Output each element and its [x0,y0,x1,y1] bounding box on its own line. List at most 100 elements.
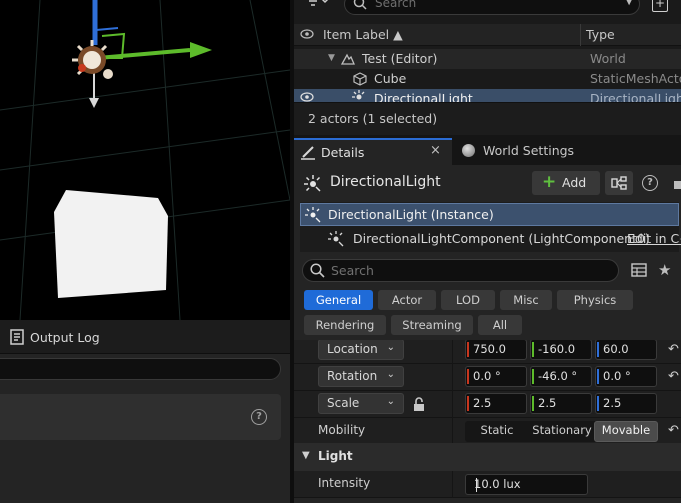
lock-icon[interactable] [412,397,426,412]
outliner-search-input[interactable]: Search ▼ [344,0,640,15]
location-dropdown[interactable]: Location ⌄ [318,340,404,360]
outliner-row-cube[interactable]: Cube StaticMeshActor [294,69,681,89]
blueprint-button[interactable] [605,171,633,195]
location-y-input[interactable]: -160.0 [530,340,592,360]
outliner-row-directional-light[interactable]: DirectionalLight DirectionalLight [294,89,681,102]
tab-output-log[interactable]: Output Log [0,320,100,354]
scale-y-input[interactable]: 2.5 [530,393,592,414]
tab-details[interactable]: Details × [294,138,452,165]
directional-light-sprite-icon[interactable] [72,40,113,79]
details-search-input[interactable]: Search [302,259,619,282]
rotation-x-input[interactable]: 0.0 ° [465,366,527,387]
filter-chip-physics[interactable]: Physics [557,290,633,310]
chevron-down-icon: ⌄ [386,396,395,407]
eye-icon[interactable] [300,91,314,102]
scale-row: Scale ⌄ 2.5 2.5 2.5 [294,391,681,418]
column-divider[interactable] [580,24,581,46]
outliner-row-label: DirectionalLight [374,91,473,102]
options-icon[interactable] [674,181,681,189]
table-view-icon[interactable] [631,263,647,277]
rotation-z-input[interactable]: 0.0 ° [595,366,657,387]
location-x-input[interactable]: 750.0 [465,340,527,360]
mobility-option-stationary[interactable]: Stationary [531,423,593,437]
reset-icon[interactable]: ↶ [668,369,679,384]
column-divider[interactable] [452,391,453,418]
directional-light-icon [328,231,344,247]
chevron-down-icon: ⌄ [386,342,395,353]
column-divider[interactable] [452,340,453,364]
mobility-segmented-control: Static Stationary Movable [465,421,658,442]
component-child-row[interactable]: DirectionalLightComponent (LightComponen… [300,227,681,251]
rotation-z-value: 0.0 ° [603,369,631,383]
scale-label: Scale [327,396,360,410]
tab-world-settings[interactable]: World Settings [460,138,600,165]
component-instance-row[interactable]: DirectionalLight (Instance) [300,203,679,226]
z-axis-marker [597,369,599,384]
chevron-down-icon[interactable]: ▼ [328,53,335,63]
location-z-input[interactable]: 60.0 [595,340,657,360]
outliner-row-type: World [590,51,626,66]
scale-x-input[interactable]: 2.5 [465,393,527,414]
cube-mesh[interactable] [54,190,168,298]
light-section-header[interactable]: ▼ Light [294,443,681,471]
location-z-value: 60.0 [603,342,629,356]
hierarchy-icon [611,176,627,190]
level-viewport[interactable] [0,0,290,320]
close-icon[interactable]: × [430,143,441,158]
help-icon[interactable]: ? [251,409,267,425]
location-x-value: 750.0 [473,342,506,356]
property-list[interactable]: Location ⌄ 750.0 -160.0 60.0 ↶ Rotation … [294,340,681,503]
column-divider[interactable] [452,418,453,445]
rotation-dropdown[interactable]: Rotation ⌄ [318,366,404,387]
add-icon[interactable]: + [652,0,668,12]
eye-icon[interactable] [300,28,314,40]
mobility-label: Mobility [318,423,366,437]
column-divider[interactable] [452,471,453,498]
outliner-row-type: DirectionalLight [590,91,681,102]
location-y-value: -160.0 [538,342,576,356]
directional-light-icon [352,90,365,100]
rotation-y-value: -46.0 ° [538,369,578,383]
chevron-down-icon: ▼ [302,450,310,461]
outliner-row-world[interactable]: ▼ Test (Editor) World [294,49,681,69]
star-icon[interactable]: ★ [658,261,671,279]
intensity-input[interactable]: 10.0 lux [465,474,588,495]
intensity-label: Intensity [318,476,371,490]
column-divider[interactable] [452,364,453,391]
mobility-option-static[interactable]: Static [465,423,529,437]
output-log-command-area[interactable]: ? [0,394,281,440]
rotation-y-input[interactable]: -46.0 ° [530,366,592,387]
component-instance-label: DirectionalLight (Instance) [328,207,494,222]
reset-icon[interactable]: ↶ [668,342,679,357]
add-component-button[interactable]: + Add [532,171,600,195]
filter-chip-misc[interactable]: Misc [500,290,552,310]
column-type[interactable]: Type [586,27,615,42]
filter-chip-actor[interactable]: Actor [378,290,436,310]
translate-gizmo[interactable] [89,0,212,108]
output-log-filter-input[interactable] [0,358,281,380]
edit-in-cpp-link[interactable]: Edit in C++ [627,231,681,246]
actor-count-text: 2 actors (1 selected) [308,111,438,126]
mobility-option-movable[interactable]: Movable [594,423,658,437]
chevron-down-icon[interactable]: ▼ [625,0,633,7]
filter-chip-lod[interactable]: LOD [441,290,495,310]
column-item-label[interactable]: Item Label ▲ [323,27,403,42]
y-axis-marker [532,342,534,357]
rotation-x-value: 0.0 ° [473,369,501,383]
rotation-label: Rotation [327,369,378,383]
filter-chip-general[interactable]: General [304,290,373,310]
reset-icon[interactable]: ↶ [668,423,679,438]
details-tabbar: Details × World Settings [294,135,681,165]
filter-chip-rendering[interactable]: Rendering [304,315,386,335]
output-log-icon [10,329,24,345]
filter-icon[interactable] [306,0,332,13]
actor-name[interactable]: DirectionalLight [330,174,441,190]
scale-dropdown[interactable]: Scale ⌄ [318,393,404,414]
tab-details-label: Details [321,145,365,160]
help-icon[interactable]: ? [642,175,658,191]
output-log-tabbar: Output Log [0,320,290,354]
outliner-search-placeholder: Search [375,0,417,10]
scale-z-input[interactable]: 2.5 [595,393,657,414]
filter-chip-streaming[interactable]: Streaming [391,315,473,335]
filter-chip-all[interactable]: All [478,315,522,335]
